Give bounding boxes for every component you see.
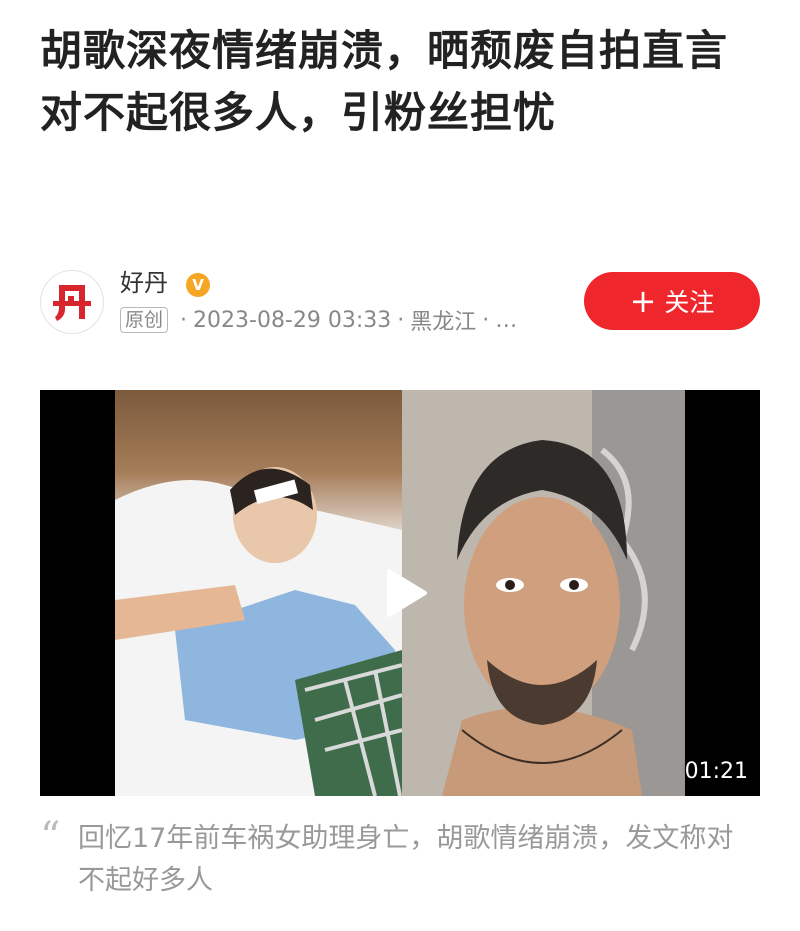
plus-icon: + [629, 282, 657, 320]
follow-button[interactable]: + 关注 [584, 272, 760, 330]
original-badge: 原创 [120, 307, 169, 333]
follow-label: 关注 [664, 288, 715, 317]
caption-text: 回忆17年前车祸女助理身亡，胡歌情绪崩溃，发文称对不起好多人 [78, 823, 734, 896]
author-avatar[interactable] [40, 270, 104, 334]
article-meta: 原创 · 2023-08-29 03:33 · 黑龙江 · … [120, 306, 517, 335]
meta-separator: · [397, 307, 405, 333]
avatar-logo-icon [53, 285, 91, 321]
publish-location: 黑龙江 [410, 310, 477, 335]
video-thumbnail-right [402, 390, 685, 796]
article-title: 胡歌深夜情绪崩溃，晒颓废自拍直言对不起很多人，引粉丝担忧 [40, 26, 729, 137]
play-icon[interactable] [375, 565, 431, 621]
publish-date: 2023-08-29 03:33 [193, 307, 392, 333]
author-name[interactable]: 好丹 [120, 268, 168, 298]
meta-more[interactable]: … [495, 308, 517, 333]
video-player[interactable]: 01:21 [40, 390, 760, 796]
video-duration: 01:21 [684, 759, 748, 784]
author-row: 好丹 V 原创 · 2023-08-29 03:33 · 黑龙江 · … + 关… [40, 268, 760, 338]
video-caption: “ 回忆17年前车祸女助理身亡，胡歌情绪崩溃，发文称对不起好多人 [40, 814, 760, 902]
video-thumbnail-left [115, 390, 403, 796]
meta-separator: · [180, 307, 188, 333]
quote-icon: “ [40, 814, 61, 860]
meta-separator: · [482, 307, 490, 333]
verified-badge-icon: V [186, 273, 210, 297]
